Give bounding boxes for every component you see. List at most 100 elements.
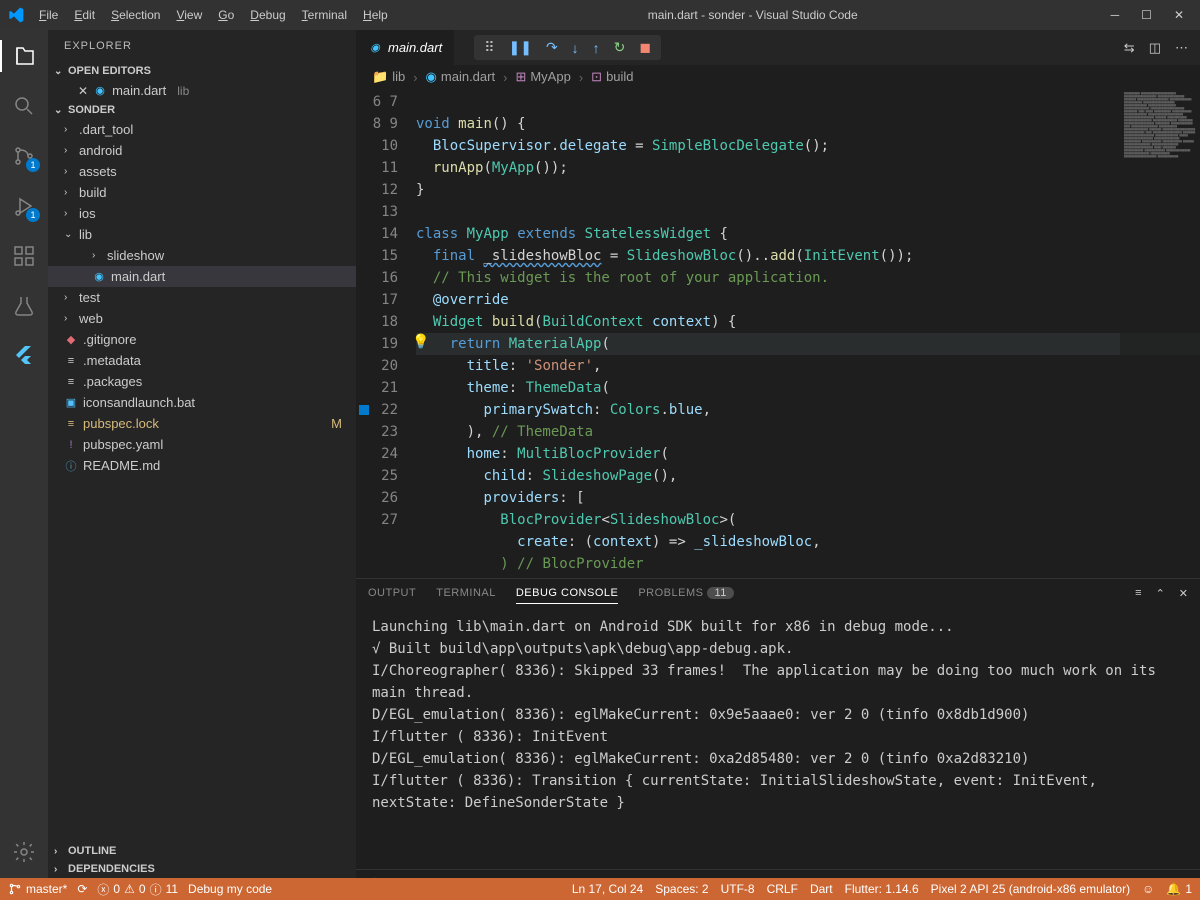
feedback-icon[interactable]: ☺ — [1142, 882, 1154, 896]
panel-tab-output[interactable]: OUTPUT — [368, 583, 416, 604]
problems-count-badge: 11 — [707, 587, 733, 599]
testing-icon[interactable] — [0, 290, 48, 322]
extensions-icon[interactable] — [0, 240, 48, 272]
tree-item-pubspec-yaml[interactable]: !pubspec.yaml — [48, 434, 356, 455]
menu-help[interactable]: Help — [356, 4, 395, 26]
debug-console-input[interactable]: › — [356, 869, 1200, 878]
flutter-version[interactable]: Flutter: 1.14.6 — [845, 882, 919, 896]
file-icon: ◉ — [92, 270, 106, 284]
tree-item-web[interactable]: ›web — [48, 308, 356, 329]
close-button[interactable]: ✕ — [1174, 8, 1184, 22]
project-section[interactable]: ⌄SONDER — [48, 101, 356, 119]
encoding[interactable]: UTF-8 — [721, 882, 755, 896]
notifications-icon[interactable]: 🔔 1 — [1166, 882, 1192, 896]
more-icon[interactable]: ⋯ — [1175, 40, 1188, 56]
panel-tab-terminal[interactable]: TERMINAL — [436, 583, 496, 604]
code-area[interactable]: void main() { BlocSupervisor.delegate = … — [416, 89, 1200, 578]
menu-bar: FileEditSelectionViewGoDebugTerminalHelp — [32, 4, 395, 26]
editor-body[interactable]: 6 7 8 9 10 11 12 13 14 15 16 17 18 19 20… — [356, 89, 1200, 578]
debug-toolbar: ⠿ ❚❚ ↷ ↓ ↑ ↻ ◼ — [474, 35, 661, 60]
editor-group: ◉ main.dart ● ⠿ ❚❚ ↷ ↓ ↑ ↻ ◼ ⇆ ◫ ⋯ 📁lib›… — [356, 30, 1200, 878]
dependencies-section[interactable]: ›DEPENDENCIES — [48, 860, 356, 878]
tree-item--dart_tool[interactable]: ›.dart_tool — [48, 119, 356, 140]
chevron-icon: › — [64, 313, 74, 324]
file-icon: ▣ — [64, 396, 78, 410]
window-title: main.dart - sonder - Visual Studio Code — [395, 8, 1111, 22]
collapse-icon[interactable]: ⌃ — [1156, 587, 1165, 600]
panel-tabs: OUTPUTTERMINALDEBUG CONSOLEPROBLEMS11 ≡ … — [356, 579, 1200, 608]
tree-item-assets[interactable]: ›assets — [48, 161, 356, 182]
outline-section[interactable]: ›OUTLINE — [48, 842, 356, 860]
close-panel-icon[interactable]: ✕ — [1179, 587, 1188, 600]
menu-file[interactable]: File — [32, 4, 65, 26]
open-editors-section[interactable]: ⌄OPEN EDITORS — [48, 62, 356, 80]
filter-icon[interactable]: ≡ — [1135, 587, 1141, 600]
tree-item--packages[interactable]: ≡.packages — [48, 371, 356, 392]
breadcrumb-item[interactable]: ⊞MyApp — [515, 69, 570, 85]
open-editor-item[interactable]: ✕ ◉ main.dartlib — [48, 80, 356, 101]
file-icon: ≡ — [64, 375, 78, 389]
tree-item-iconsandlaunch-bat[interactable]: ▣iconsandlaunch.bat — [48, 392, 356, 413]
compare-icon[interactable]: ⇆ — [1124, 40, 1135, 56]
problems-status[interactable]: ⓧ 0 ⚠ 0 ⓘ 11 — [97, 881, 178, 898]
maximize-button[interactable]: ☐ — [1141, 8, 1152, 22]
menu-view[interactable]: View — [169, 4, 209, 26]
breadcrumb[interactable]: 📁lib›◉main.dart›⊞MyApp›⊡build — [356, 65, 1200, 89]
source-control-icon[interactable]: 1 — [0, 140, 48, 172]
tree-item--gitignore[interactable]: ◆.gitignore — [48, 329, 356, 350]
cursor-position[interactable]: Ln 17, Col 24 — [572, 882, 643, 896]
tree-item-android[interactable]: ›android — [48, 140, 356, 161]
breadcrumb-item[interactable]: ⊡build — [591, 69, 633, 85]
lightbulb-icon[interactable]: 💡 — [412, 333, 429, 350]
tree-item-slideshow[interactable]: ›slideshow — [48, 245, 356, 266]
step-into-icon[interactable]: ↓ — [572, 40, 579, 56]
tree-item--metadata[interactable]: ≡.metadata — [48, 350, 356, 371]
indentation[interactable]: Spaces: 2 — [655, 882, 708, 896]
tree-item-README-md[interactable]: ⓘREADME.md — [48, 455, 356, 476]
stop-icon[interactable]: ◼ — [639, 39, 651, 56]
search-icon[interactable] — [0, 90, 48, 122]
panel-tab-debug-console[interactable]: DEBUG CONSOLE — [516, 583, 618, 604]
tree-item-lib[interactable]: ⌄lib — [48, 224, 356, 245]
status-bar: master* ⟳ ⓧ 0 ⚠ 0 ⓘ 11 Debug my code Ln … — [0, 878, 1200, 900]
tree-item-ios[interactable]: ›ios — [48, 203, 356, 224]
debug-console-output[interactable]: Launching lib\main.dart on Android SDK b… — [356, 608, 1200, 869]
settings-icon[interactable] — [0, 836, 48, 868]
close-icon[interactable]: ✕ — [78, 84, 88, 98]
breakpoint-marker[interactable] — [356, 399, 372, 421]
breadcrumb-item[interactable]: ◉main.dart — [426, 69, 496, 85]
step-over-icon[interactable]: ↷ — [546, 39, 558, 56]
pause-icon[interactable]: ❚❚ — [508, 39, 531, 56]
sync-icon[interactable]: ⟳ — [77, 882, 87, 896]
chevron-icon: › — [64, 208, 74, 219]
breadcrumb-item[interactable]: 📁lib — [372, 69, 405, 85]
debug-target[interactable]: Debug my code — [188, 882, 272, 896]
editor-tab[interactable]: ◉ main.dart ● — [356, 30, 454, 65]
sidebar-title: EXPLORER — [48, 30, 356, 62]
flutter-icon[interactable] — [0, 340, 48, 372]
explorer-icon[interactable] — [0, 40, 48, 72]
debug-icon[interactable]: 1 — [0, 190, 48, 222]
language-mode[interactable]: Dart — [810, 882, 833, 896]
minimize-button[interactable]: ─ — [1111, 8, 1120, 22]
tab-bar: ◉ main.dart ● ⠿ ❚❚ ↷ ↓ ↑ ↻ ◼ ⇆ ◫ ⋯ — [356, 30, 1200, 65]
tree-item-pubspec-lock[interactable]: ≡pubspec.lockM — [48, 413, 356, 434]
restart-icon[interactable]: ↻ — [614, 39, 626, 56]
panel-tab-problems[interactable]: PROBLEMS11 — [638, 583, 734, 604]
tree-item-test[interactable]: ›test — [48, 287, 356, 308]
minimap[interactable]: █████████████ ██████████████████████████… — [1120, 89, 1200, 578]
menu-edit[interactable]: Edit — [67, 4, 102, 26]
drag-handle-icon[interactable]: ⠿ — [484, 39, 494, 56]
device[interactable]: Pixel 2 API 25 (android-x86 emulator) — [931, 882, 1130, 896]
title-bar: FileEditSelectionViewGoDebugTerminalHelp… — [0, 0, 1200, 30]
menu-debug[interactable]: Debug — [243, 4, 292, 26]
git-branch[interactable]: master* — [8, 882, 67, 896]
menu-go[interactable]: Go — [211, 4, 241, 26]
split-editor-icon[interactable]: ◫ — [1149, 40, 1161, 56]
eol[interactable]: CRLF — [767, 882, 798, 896]
menu-terminal[interactable]: Terminal — [295, 4, 354, 26]
tree-item-main-dart[interactable]: ◉main.dart — [48, 266, 356, 287]
step-out-icon[interactable]: ↑ — [593, 40, 600, 56]
menu-selection[interactable]: Selection — [104, 4, 167, 26]
tree-item-build[interactable]: ›build — [48, 182, 356, 203]
